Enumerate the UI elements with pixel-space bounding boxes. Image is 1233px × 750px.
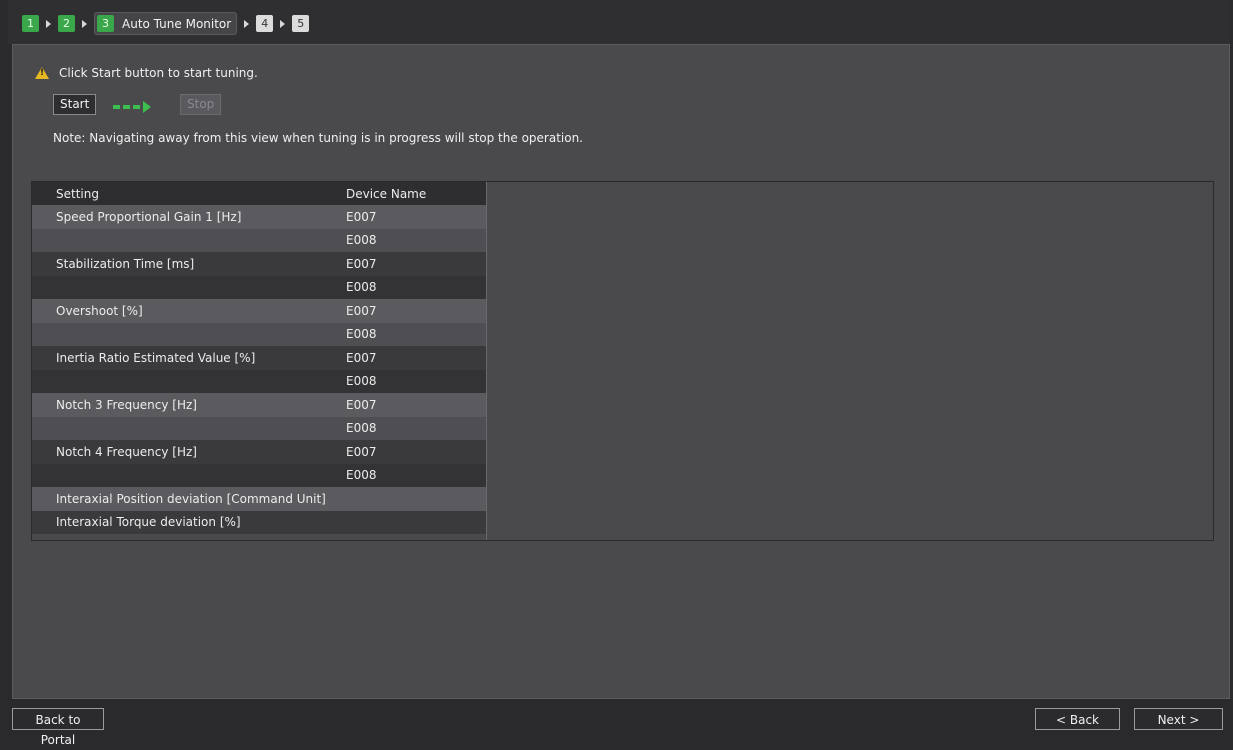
setting-cell: Notch 4 Frequency [Hz] (56, 444, 197, 459)
table-row[interactable]: E008 (32, 275, 486, 299)
column-header-device-name[interactable]: Device Name (342, 187, 486, 201)
back-button[interactable]: < Back (1035, 708, 1120, 730)
table-row[interactable]: E008 (32, 463, 486, 487)
step-arrow-icon (82, 19, 87, 28)
setting-cell: Overshoot [%] (56, 303, 143, 318)
back-to-portal-button[interactable]: Back to Portal (12, 708, 104, 747)
setting-cell: Notch 3 Frequency [Hz] (56, 397, 197, 412)
setting-cell: Inertia Ratio Estimated Value [%] (56, 350, 256, 365)
start-button[interactable]: Start (53, 94, 97, 115)
step-3-label: Auto Tune Monitor (122, 16, 232, 31)
table-row[interactable]: Interaxial Position deviation [Command U… (32, 487, 486, 511)
setting-cell: Stabilization Time [ms] (56, 256, 195, 271)
device-cell: E008 (346, 421, 377, 436)
table-header: Setting Device Name (32, 182, 486, 205)
stop-button[interactable]: Stop (180, 94, 222, 115)
device-cell: E007 (346, 444, 377, 459)
table-row[interactable]: Interaxial Torque deviation [%] (32, 510, 486, 534)
start-hint: Click Start button to start tuning. (35, 66, 258, 80)
step-arrow-icon (244, 19, 250, 28)
step-3-current[interactable]: 3 Auto Tune Monitor (94, 12, 238, 35)
wizard-stepper: 1 2 3 Auto Tune Monitor 4 5 (22, 12, 310, 35)
setting-cell: Interaxial Torque deviation [%] (56, 515, 241, 530)
tuning-results-panel: Setting Device Name Speed Proportional G… (31, 181, 1214, 541)
table-row[interactable]: E008 (32, 228, 486, 252)
next-button[interactable]: Next > (1134, 708, 1223, 730)
table-row[interactable]: E008 (32, 322, 486, 346)
device-cell: E008 (346, 327, 377, 342)
wizard-stepper-bar: 1 2 3 Auto Tune Monitor 4 5 (8, 0, 1230, 44)
step-3-number: 3 (97, 15, 114, 32)
step-2[interactable]: 2 (58, 15, 75, 32)
arrow-right-icon (113, 101, 151, 113)
step-4[interactable]: 4 (256, 15, 274, 32)
step-arrow-icon (46, 19, 51, 28)
setting-cell: Interaxial Position deviation [Command U… (56, 491, 326, 506)
step-1[interactable]: 1 (22, 15, 39, 32)
table-row[interactable]: Notch 4 Frequency [Hz] E007 (32, 440, 486, 464)
table-row[interactable]: E008 (32, 416, 486, 440)
device-cell: E007 (346, 209, 377, 224)
table-row[interactable]: Inertia Ratio Estimated Value [%] E007 (32, 346, 486, 370)
auto-tune-monitor-panel: Click Start button to start tuning. Star… (12, 44, 1230, 699)
table-row[interactable]: Stabilization Time [ms] E007 (32, 252, 486, 276)
device-cell: E008 (346, 374, 377, 389)
table-row[interactable]: Notch 3 Frequency [Hz] E007 (32, 393, 486, 417)
setting-cell: Speed Proportional Gain 1 [Hz] (56, 209, 242, 224)
step-5[interactable]: 5 (292, 15, 310, 32)
step-arrow-icon (280, 19, 286, 28)
table-row[interactable]: E008 (32, 369, 486, 393)
device-cell: E008 (346, 280, 377, 295)
hint-text: Click Start button to start tuning. (59, 66, 258, 80)
device-cell: E008 (346, 233, 377, 248)
note-text: Note: Navigating away from this view whe… (53, 131, 583, 145)
device-cell: E008 (346, 468, 377, 483)
device-cell: E007 (346, 303, 377, 318)
device-cell: E007 (346, 350, 377, 365)
device-cell: E007 (346, 256, 377, 271)
table-row[interactable]: Speed Proportional Gain 1 [Hz] E007 (32, 205, 486, 229)
table-row[interactable]: Overshoot [%] E007 (32, 299, 486, 323)
warning-icon (35, 67, 49, 79)
footer-bar: Back to Portal < Back Next > (12, 698, 1228, 747)
column-header-setting[interactable]: Setting (32, 187, 342, 201)
tuning-results-table: Setting Device Name Speed Proportional G… (32, 182, 487, 540)
device-cell: E007 (346, 397, 377, 412)
